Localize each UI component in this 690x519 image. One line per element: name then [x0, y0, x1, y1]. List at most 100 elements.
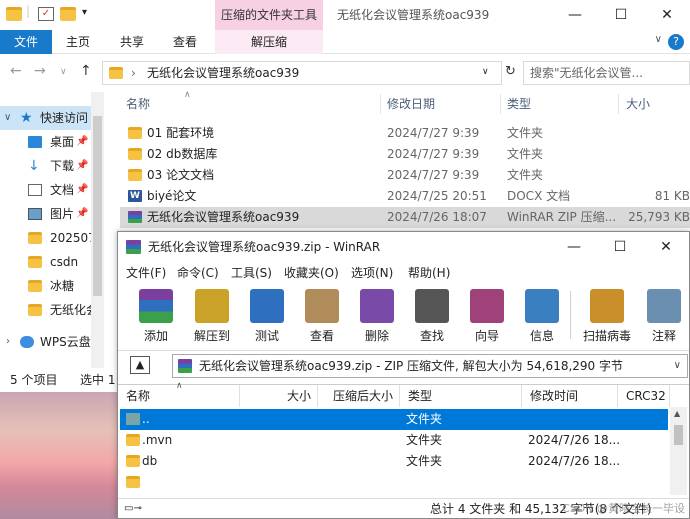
refresh-icon[interactable]: ↻ — [505, 64, 516, 79]
nav-scrollbar[interactable] — [91, 92, 104, 368]
column-header-date[interactable]: 修改日期 — [387, 92, 435, 116]
toolbar-separator — [570, 291, 571, 339]
toolbar-info-button[interactable]: 信息 — [518, 287, 566, 345]
nav-item-wps-cloud[interactable]: › WPS云盘 — [0, 330, 104, 354]
toolbar-label: 添加 — [143, 329, 168, 343]
forward-icon[interactable]: → — [34, 63, 46, 79]
nav-item-pictures[interactable]: 图片 📌 — [0, 202, 104, 226]
archive-row[interactable]: .mvn 文件夹 2024/7/26 18... — [120, 430, 668, 451]
toolbar-extract-button[interactable]: 解压到 — [188, 287, 236, 345]
nav-item-folder[interactable]: 202507 — [0, 226, 104, 250]
star-icon: ★ — [20, 110, 33, 126]
toolbar-delete-button[interactable]: 删除 — [353, 287, 401, 345]
menu-help[interactable]: 帮助(H) — [408, 262, 450, 284]
winrar-menubar: 文件(F) 命令(C) 工具(S) 收藏夹(O) 选项(N) 帮助(H) — [118, 262, 689, 284]
menu-favorites[interactable]: 收藏夹(O) — [284, 262, 339, 284]
menu-commands[interactable]: 命令(C) — [177, 262, 219, 284]
address-bar[interactable]: › 无纸化会议管理系统oac939 — [102, 61, 502, 85]
archive-item-name: db — [142, 454, 158, 468]
file-row[interactable]: 01 配套环境 2024/7/27 9:39 文件夹 — [120, 123, 690, 144]
archive-path-dropdown[interactable]: 无纸化会议管理系统oac939.zip - ZIP 压缩文件, 解包大小为 54… — [172, 354, 688, 378]
properties-icon[interactable]: ✓ — [38, 7, 54, 21]
customize-quick-access-icon[interactable]: ▾ — [82, 7, 87, 18]
maximize-button[interactable]: ☐ — [597, 232, 643, 262]
info-icon — [525, 289, 559, 323]
minimize-button[interactable]: — — [551, 232, 597, 262]
tab-home[interactable]: 主页 — [66, 30, 90, 54]
file-type: WinRAR ZIP 压缩... — [507, 210, 617, 224]
toolbar-wizard-button[interactable]: 向导 — [463, 287, 511, 345]
view-icon — [305, 289, 339, 323]
file-date: 2024/7/27 9:39 — [387, 126, 480, 140]
toolbar-test-button[interactable]: 测试 — [243, 287, 291, 345]
tab-share[interactable]: 共享 — [120, 30, 144, 54]
toolbar-virus-scan-button[interactable]: 扫描病毒 — [579, 287, 635, 345]
chevron-down-icon[interactable]: ∨ — [4, 106, 11, 130]
nav-item-folder[interactable]: 冰糖 — [0, 274, 104, 298]
window-title: 无纸化会议管理系统oac939 — [337, 8, 490, 22]
column-header-size[interactable]: 大小 — [626, 92, 650, 116]
find-icon — [415, 289, 449, 323]
menu-file[interactable]: 文件(F) — [126, 262, 166, 284]
column-header-crc32[interactable]: CRC32 — [618, 385, 670, 407]
archive-row-selected[interactable]: .. 文件夹 — [120, 409, 668, 430]
key-icon[interactable]: ▭⊸ — [124, 503, 154, 515]
breadcrumb-separator-icon: › — [131, 66, 136, 80]
winrar-icon — [178, 359, 192, 373]
help-icon[interactable]: ? — [668, 34, 684, 50]
menu-tools[interactable]: 工具(S) — [231, 262, 272, 284]
column-header-packed-size[interactable]: 压缩后大小 — [318, 385, 400, 407]
file-row-selected[interactable]: 无纸化会议管理系统oac939 2024/7/26 18:07 WinRAR Z… — [120, 207, 690, 228]
back-icon[interactable]: ← — [10, 63, 22, 79]
scroll-up-icon[interactable]: ▲ — [674, 409, 680, 418]
picture-icon — [28, 208, 42, 220]
column-separator — [380, 94, 381, 114]
scrollbar-thumb[interactable] — [674, 425, 683, 445]
nav-item-documents[interactable]: 文档 📌 — [0, 178, 104, 202]
winrar-toolbar: 添加 解压到 测试 查看 删除 查找 向导 信息 扫描病毒 注释 — [118, 285, 689, 345]
nav-item-desktop[interactable]: 桌面 📌 — [0, 130, 104, 154]
search-input[interactable]: 搜索"无纸化会议管... — [523, 61, 690, 85]
column-header-modified[interactable]: 修改时间 — [522, 385, 618, 407]
archive-row[interactable] — [120, 472, 668, 490]
toolbar-comment-button[interactable]: 注释 — [640, 287, 688, 345]
desktop-wallpaper — [0, 392, 118, 519]
file-row[interactable]: W biyé论文 2024/7/25 20:51 DOCX 文档 81 KB — [120, 186, 690, 207]
chevron-down-icon[interactable]: ∨ — [674, 355, 681, 377]
up-icon[interactable]: ↑ — [80, 63, 92, 79]
archive-row[interactable]: db 文件夹 2024/7/26 18... — [120, 451, 668, 472]
nav-item-downloads[interactable]: ↓ 下载 📌 — [0, 154, 104, 178]
scrollbar-thumb[interactable] — [93, 116, 102, 296]
folder-icon — [6, 7, 22, 21]
up-one-level-icon[interactable]: ▲ — [130, 356, 150, 374]
toolbar-find-button[interactable]: 查找 — [408, 287, 456, 345]
file-name: 02 db数据库 — [147, 147, 218, 161]
file-row[interactable]: 02 db数据库 2024/7/27 9:39 文件夹 — [120, 144, 690, 165]
toolbar-add-button[interactable]: 添加 — [132, 287, 180, 345]
file-size: 81 KB — [654, 189, 690, 203]
file-row[interactable]: 03 论文文档 2024/7/27 9:39 文件夹 — [120, 165, 690, 186]
menu-options[interactable]: 选项(N) — [351, 262, 393, 284]
column-header-type[interactable]: 类型 — [400, 385, 522, 407]
column-header-name[interactable]: 名称 — [126, 92, 150, 116]
column-header-type[interactable]: 类型 — [507, 92, 531, 116]
chevron-right-icon[interactable]: › — [6, 330, 10, 354]
close-button[interactable]: ✕ — [644, 0, 690, 30]
address-dropdown-icon[interactable]: ∨ — [482, 67, 489, 77]
recent-locations-icon[interactable]: ∨ — [60, 67, 67, 77]
column-header-size[interactable]: 大小 — [240, 385, 318, 407]
chevron-down-icon[interactable]: ∨ — [655, 34, 662, 45]
toolbar-view-button[interactable]: 查看 — [298, 287, 346, 345]
tab-file[interactable]: 文件 — [0, 30, 52, 54]
archive-scrollbar[interactable]: ▲ — [670, 407, 687, 495]
maximize-button[interactable]: ☐ — [598, 0, 644, 30]
nav-item-folder[interactable]: csdn — [0, 250, 104, 274]
folder-icon — [28, 256, 42, 268]
tab-extract[interactable]: 解压缩 — [215, 30, 323, 54]
nav-item-folder[interactable]: 无纸化会 — [0, 298, 104, 322]
nav-item-quick-access[interactable]: ∨ ★ 快速访问 — [0, 106, 104, 130]
tab-view[interactable]: 查看 — [173, 30, 197, 54]
close-button[interactable]: ✕ — [643, 232, 689, 262]
minimize-button[interactable]: — — [552, 0, 598, 30]
new-folder-icon[interactable] — [60, 7, 76, 21]
